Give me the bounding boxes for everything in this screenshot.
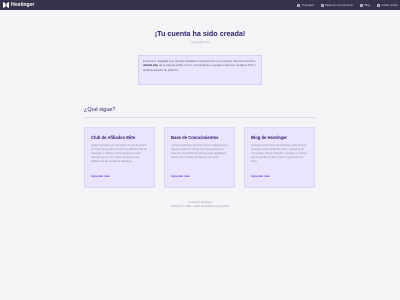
tutorials-icon xyxy=(297,3,301,7)
card-description: ¿Tiene cuestiones técnicas sobre tu pági… xyxy=(171,144,229,160)
section-divider xyxy=(84,117,316,118)
domain-name: nitagalab.com xyxy=(190,40,210,44)
nav-item-login[interactable]: Iniciar sesión xyxy=(377,3,398,7)
card-affiliate-club: Club de Afiliados Elite ¿Está buscando p… xyxy=(84,127,155,188)
card-description: Explorar nuestro blog de Hostinger para … xyxy=(251,144,307,164)
learn-more-link[interactable]: Aprende más xyxy=(91,174,149,178)
footer-copyright: Hostinger © 2023 · Todos los derechos re… xyxy=(170,205,230,208)
nav-item-label: Tutoriales xyxy=(301,3,315,7)
nav-item-label: Iniciar sesión xyxy=(381,3,398,7)
nav-item-label: Base de conocimiento xyxy=(325,3,354,7)
nav-item-tutorials[interactable]: Tutoriales xyxy=(297,3,314,7)
info-text: El dominio nitagalab.com ha sido instala… xyxy=(143,59,256,63)
card-title: Base de Conocimientos xyxy=(171,135,219,140)
footer-hosted-by: Hosted by Hostinger xyxy=(188,201,212,204)
info-text-continued: de la carpeta public_html o ¡Contactanos… xyxy=(143,63,256,72)
top-nav: Tutoriales Base de conocimiento Blog Ini… xyxy=(290,0,398,10)
blog-icon xyxy=(360,3,364,7)
whats-next-heading: ¿Qué sigue? xyxy=(84,107,116,113)
hostinger-logo-icon xyxy=(3,2,9,8)
card-knowledge-base: Base de Conocimientos ¿Tiene cuestiones … xyxy=(164,127,235,188)
installation-info-box: El dominio nitagalab.com ha sido instala… xyxy=(138,55,262,85)
card-description: ¿Está buscando por recursos? ¡Te ganas d… xyxy=(91,144,148,164)
card-title: Blog de Hostinger xyxy=(251,135,288,140)
learn-more-link[interactable]: Aprende más xyxy=(171,174,229,178)
nav-item-blog[interactable]: Blog xyxy=(360,3,370,7)
card-title: Club de Afiliados Elite xyxy=(91,135,136,140)
knowledge-icon xyxy=(321,3,325,7)
nav-item-label: Blog xyxy=(364,3,371,7)
learn-more-link[interactable]: Aprende más xyxy=(251,174,309,178)
nav-item-knowledge-base[interactable]: Base de conocimiento xyxy=(321,3,353,7)
top-navigation-bar: Hostinger Tutoriales Base de conocimient… xyxy=(0,0,400,10)
page-title: ¡Tu cuenta ha sido creada! xyxy=(154,29,246,38)
info-file-name: default.php xyxy=(143,63,159,68)
login-icon xyxy=(377,3,381,7)
logo-text: Hostinger xyxy=(11,2,35,8)
card-hostinger-blog: Blog de Hostinger Explorar nuestro blog … xyxy=(244,127,315,188)
hostinger-logo[interactable]: Hostinger xyxy=(3,1,34,9)
